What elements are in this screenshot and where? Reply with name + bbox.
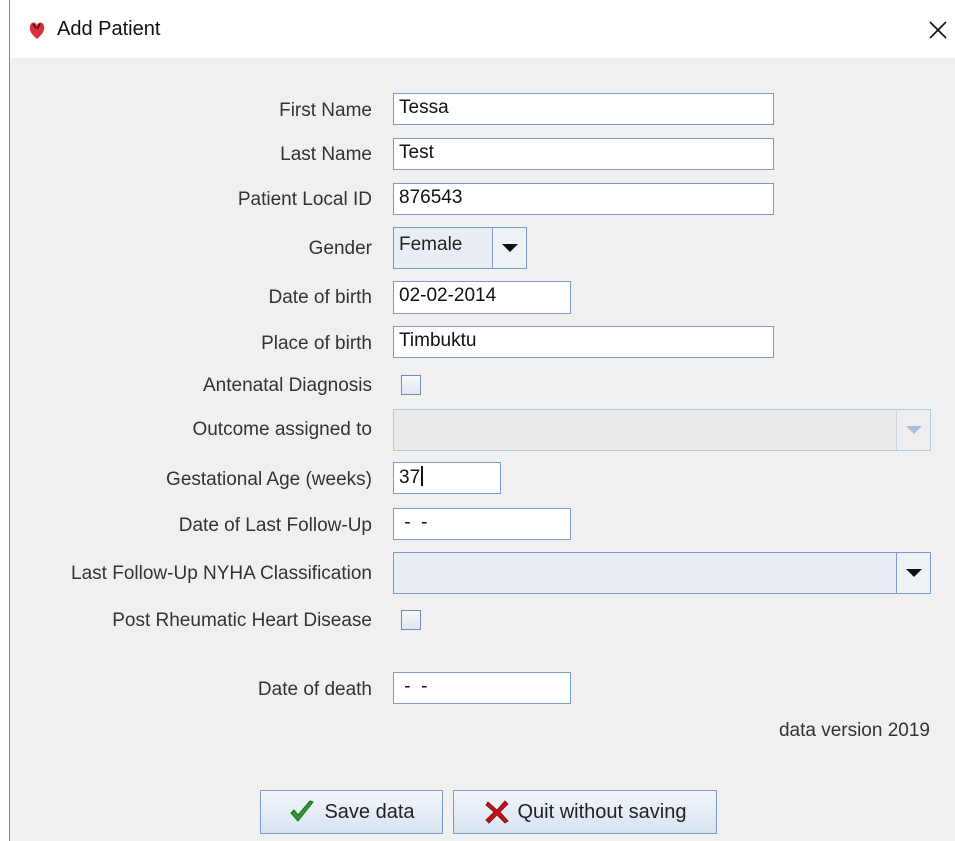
text-cursor <box>421 466 423 486</box>
antenatal-checkbox[interactable] <box>401 375 421 395</box>
gender-select[interactable]: Female <box>393 227 527 269</box>
save-data-button[interactable]: Save data <box>260 790 443 834</box>
dob-field[interactable]: 02-02-2014 <box>393 281 571 314</box>
save-data-label: Save data <box>324 800 415 823</box>
gestational-age-field[interactable]: 37 <box>393 462 501 494</box>
gender-value: Female <box>394 228 495 268</box>
pob-field[interactable]: Timbuktu <box>393 326 774 358</box>
local-id-field[interactable]: 876543 <box>393 183 774 215</box>
chevron-down-icon <box>905 426 922 434</box>
gender-label: Gender <box>308 238 372 259</box>
date-of-death-field[interactable]: - - <box>393 672 571 704</box>
window-left-edge <box>0 0 10 841</box>
antenatal-label: Antenatal Diagnosis <box>203 375 372 396</box>
post-rheumatic-checkbox[interactable] <box>401 610 421 630</box>
gender-dropdown-button[interactable] <box>492 228 526 268</box>
title-bar: Add Patient <box>10 0 955 58</box>
close-button[interactable] <box>920 12 955 48</box>
quit-without-saving-button[interactable]: Quit without saving <box>453 790 717 834</box>
last-name-label: Last Name <box>280 144 372 165</box>
last-followup-field[interactable]: - - <box>393 508 571 540</box>
nyha-select[interactable] <box>393 552 931 594</box>
nyha-dropdown-button[interactable] <box>896 553 930 593</box>
last-name-field[interactable]: Test <box>393 138 774 170</box>
chevron-down-icon <box>501 244 518 252</box>
dob-label: Date of birth <box>268 287 373 308</box>
chevron-down-icon <box>905 569 922 577</box>
close-icon <box>929 21 947 39</box>
outcome-value <box>394 410 899 450</box>
nyha-label: Last Follow-Up NYHA Classification <box>71 563 372 584</box>
pob-label: Place of birth <box>261 333 372 354</box>
last-followup-label: Date of Last Follow-Up <box>178 515 372 536</box>
data-version-label: data version 2019 <box>778 720 930 741</box>
local-id-label: Patient Local ID <box>237 189 372 210</box>
window-title: Add Patient <box>57 18 161 40</box>
nyha-value <box>394 553 899 593</box>
first-name-field[interactable]: Tessa <box>393 93 774 125</box>
outcome-label: Outcome assigned to <box>192 419 372 440</box>
date-of-death-label: Date of death <box>257 679 372 700</box>
checkmark-icon <box>290 800 315 822</box>
quit-without-saving-label: Quit without saving <box>517 800 687 823</box>
gestational-age-label: Gestational Age (weeks) <box>166 469 372 490</box>
form-panel: First Name Tessa Last Name Test Patient … <box>10 58 955 841</box>
gestational-age-value: 37 <box>399 467 421 488</box>
outcome-select <box>393 409 931 451</box>
post-rheumatic-label: Post Rheumatic Heart Disease <box>112 610 372 631</box>
outcome-dropdown-button <box>896 410 930 450</box>
heart-app-icon <box>28 19 46 41</box>
first-name-label: First Name <box>279 100 372 121</box>
x-icon <box>484 800 509 824</box>
